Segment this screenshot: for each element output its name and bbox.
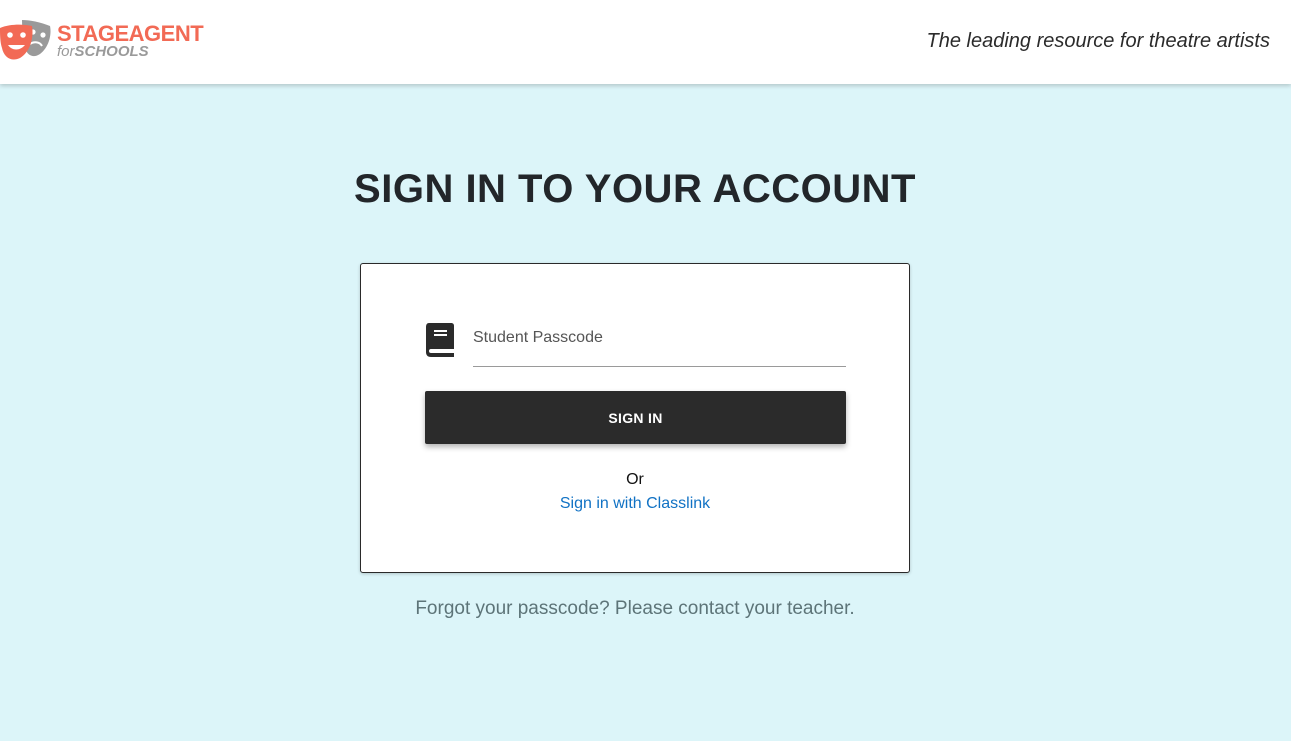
book-icon bbox=[426, 323, 454, 357]
or-divider: Or bbox=[626, 471, 644, 488]
forgot-passcode-text: Forgot your passcode? Please contact you… bbox=[415, 598, 855, 619]
brand-name: STAGEAGENT bbox=[57, 21, 204, 46]
top-bar: STAGEAGENT forSCHOOLS The leading resour… bbox=[0, 0, 1291, 84]
brand-schools: SCHOOLS bbox=[74, 43, 149, 60]
classlink-signin-link[interactable]: Sign in with Classlink bbox=[361, 495, 909, 513]
brand-for: for bbox=[57, 43, 75, 60]
sign-in-button[interactable]: SIGN IN bbox=[425, 391, 846, 444]
signin-card: SIGN IN Or Sign in with Classlink bbox=[360, 263, 910, 573]
tagline: The leading resource for theatre artists bbox=[926, 30, 1270, 52]
brand-subtitle: forSCHOOLS bbox=[57, 44, 149, 60]
theatre-masks-icon bbox=[0, 20, 51, 60]
student-passcode-input[interactable] bbox=[473, 324, 846, 367]
page-title: SIGN IN TO YOUR ACCOUNT bbox=[354, 167, 916, 211]
stageagent-logo[interactable]: STAGEAGENT forSCHOOLS bbox=[0, 18, 210, 62]
